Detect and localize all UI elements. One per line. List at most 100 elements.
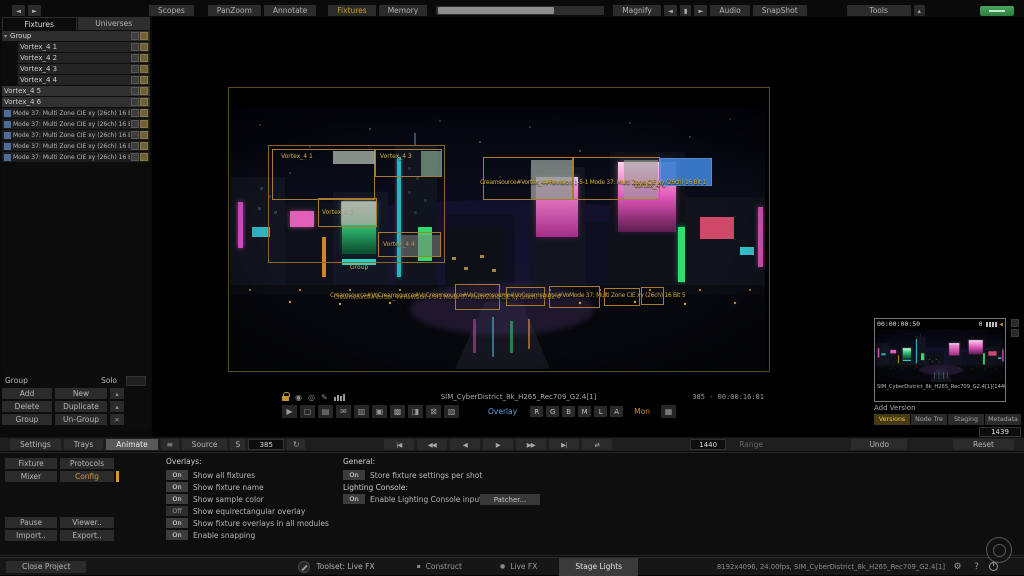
magnify-button[interactable]: Magnify xyxy=(613,5,661,16)
power-icon[interactable] xyxy=(989,562,998,571)
collapse-up-icon[interactable]: ▴ xyxy=(110,401,124,412)
trays-button[interactable]: Trays xyxy=(64,439,104,450)
toggle-enable-lighting-console[interactable]: On xyxy=(343,494,365,504)
range-button[interactable]: Range xyxy=(729,439,773,450)
split-view-icon[interactable]: ▤ xyxy=(318,405,333,418)
fixture-state-icon[interactable] xyxy=(131,98,139,106)
fixture-color-icon[interactable] xyxy=(140,142,148,150)
fixture-state-icon[interactable] xyxy=(131,65,139,73)
audio-button[interactable]: Audio xyxy=(710,5,749,16)
fixture-state-icon[interactable] xyxy=(131,109,139,117)
fixture-state-icon[interactable] xyxy=(131,32,139,40)
strip-button[interactable] xyxy=(1011,319,1019,327)
delete-button[interactable]: Delete xyxy=(2,401,52,412)
toggle-show-sample-color[interactable]: On xyxy=(166,494,188,504)
config-page-button[interactable]: Config xyxy=(60,471,114,482)
fixture-mode-row[interactable]: Mode 37: Multi Zone CIE xy (26ch) 16 Bit… xyxy=(2,141,150,151)
fixture-overlay-box[interactable]: Vortex_4 4 xyxy=(378,232,441,257)
back-button[interactable]: ◄ xyxy=(12,5,25,16)
menu-icon[interactable]: ≡ xyxy=(161,439,179,450)
annotate-pen-icon[interactable]: ✎ xyxy=(321,393,328,402)
undo-button[interactable]: Undo xyxy=(851,439,907,450)
fixture-state-icon[interactable] xyxy=(131,54,139,62)
fixture-page-button[interactable]: Fixture xyxy=(5,458,57,469)
columns-view-icon[interactable]: ▥ xyxy=(354,405,369,418)
fixture-color-icon[interactable] xyxy=(140,65,148,73)
fixture-mode-row[interactable]: Mode 37: Multi Zone CIE xy (26ch) 16 Bit… xyxy=(2,108,150,118)
fixture-row[interactable]: Vortex_4 1 xyxy=(18,42,150,52)
grid-layout-icon[interactable]: ▦ xyxy=(661,405,676,418)
tab-metadata[interactable]: Metadata xyxy=(985,414,1021,425)
annotate-button[interactable]: Annotate xyxy=(264,5,316,16)
fixtures-button[interactable]: Fixtures xyxy=(328,5,375,16)
source-button[interactable]: Source xyxy=(182,439,228,450)
play-overlay-icon[interactable]: ▶ xyxy=(282,405,297,418)
fixture-color-icon[interactable] xyxy=(140,153,148,161)
tab-live-fx[interactable]: ●Live FX xyxy=(484,558,553,576)
fixture-color-icon[interactable] xyxy=(140,54,148,62)
channel-l-button[interactable]: L xyxy=(594,406,607,417)
close-view-icon[interactable]: ⊠ xyxy=(426,405,441,418)
help-icon[interactable]: ? xyxy=(970,560,983,573)
fixture-color-icon[interactable] xyxy=(140,76,148,84)
source-s-button[interactable]: S xyxy=(230,439,245,450)
close-project-button[interactable]: Close Project xyxy=(6,561,86,573)
solo-indicator[interactable] xyxy=(126,376,146,386)
skip-to-start-button[interactable]: |◀ xyxy=(384,439,414,450)
fast-rewind-button[interactable]: ◀◀ xyxy=(417,439,447,450)
fixture-color-icon[interactable] xyxy=(140,109,148,117)
preview-back-icon[interactable]: ◀ xyxy=(999,321,1003,328)
toggle-show-equirectangular-overlay[interactable]: Off xyxy=(166,506,188,516)
fixture-state-icon[interactable] xyxy=(131,43,139,51)
tab-construct[interactable]: ▪Construct xyxy=(401,558,478,576)
fixture-group-row[interactable]: ▾ Group xyxy=(2,31,150,41)
fixture-mode-row[interactable]: Mode 37: Multi Zone CIE xy (26ch) 16 Bit… xyxy=(2,130,150,140)
tab-versions[interactable]: Versions xyxy=(874,414,910,425)
export-button[interactable]: Export.. xyxy=(60,530,114,541)
tab-stage-lights[interactable]: Stage Lights xyxy=(559,558,638,576)
lock-icon[interactable] xyxy=(282,396,289,401)
panzoom-button[interactable]: PanZoom xyxy=(208,5,261,16)
memory-button[interactable]: Memory xyxy=(379,5,428,16)
close-icon[interactable]: ✕ xyxy=(110,414,124,425)
protocols-page-button[interactable]: Protocols xyxy=(60,458,114,469)
fixture-state-icon[interactable] xyxy=(131,142,139,150)
toggle-enable-snapping[interactable]: On xyxy=(166,530,188,540)
channel-b-button[interactable]: B xyxy=(562,406,575,417)
reset-button[interactable]: Reset xyxy=(953,439,1014,450)
fixture-overlay-box[interactable]: Vortex_4 3 xyxy=(375,149,442,177)
diagonal-view-icon[interactable]: ▧ xyxy=(444,405,459,418)
import-button[interactable]: Import.. xyxy=(5,530,57,541)
channel-g-button[interactable]: G xyxy=(546,406,559,417)
magnify-handle-icon[interactable]: ▮ xyxy=(680,5,692,16)
patcher-button[interactable]: Patcher... xyxy=(480,494,540,505)
fixture-state-icon[interactable] xyxy=(131,153,139,161)
gear-icon[interactable]: ⚙ xyxy=(951,560,964,573)
fixture-color-icon[interactable] xyxy=(140,131,148,139)
fixture-state-icon[interactable] xyxy=(131,120,139,128)
fixture-row[interactable]: Vortex_4 3 xyxy=(18,64,150,74)
tab-staging[interactable]: Staging xyxy=(948,414,984,425)
checker-view-icon[interactable]: ▩ xyxy=(390,405,405,418)
connection-status-button[interactable] xyxy=(980,6,1014,16)
levels-icon[interactable] xyxy=(334,394,345,401)
fixture-color-icon[interactable] xyxy=(140,98,148,106)
safe-area-icon[interactable]: ▢ xyxy=(300,405,315,418)
duplicate-button[interactable]: Duplicate xyxy=(55,401,107,412)
group-button[interactable]: Group xyxy=(2,414,52,425)
snapshot-button[interactable]: SnapShot xyxy=(753,5,807,16)
fixture-color-icon[interactable] xyxy=(140,32,148,40)
frame-view-icon[interactable]: ▣ xyxy=(372,405,387,418)
tools-expand-icon[interactable]: ▴ xyxy=(914,5,925,16)
fixture-row[interactable]: Vortex_4 2 xyxy=(18,53,150,63)
forward-button[interactable]: ► xyxy=(28,5,41,16)
magnify-left-arrow-icon[interactable]: ◄ xyxy=(664,5,677,16)
toggle-store-fixture-settings[interactable]: On xyxy=(343,470,365,480)
fixture-state-icon[interactable] xyxy=(131,76,139,84)
viewer-button[interactable]: Viewer.. xyxy=(60,517,114,528)
mail-snapshot-icon[interactable]: ✉ xyxy=(336,405,351,418)
tab-universes[interactable]: Universes xyxy=(78,17,151,30)
focus-icon[interactable]: ◎ xyxy=(308,393,315,402)
fixture-row[interactable]: Vortex_4 5 xyxy=(2,86,150,96)
fixture-mode-row[interactable]: Mode 37: Multi Zone CIE xy (26ch) 16 Bit… xyxy=(2,119,150,129)
